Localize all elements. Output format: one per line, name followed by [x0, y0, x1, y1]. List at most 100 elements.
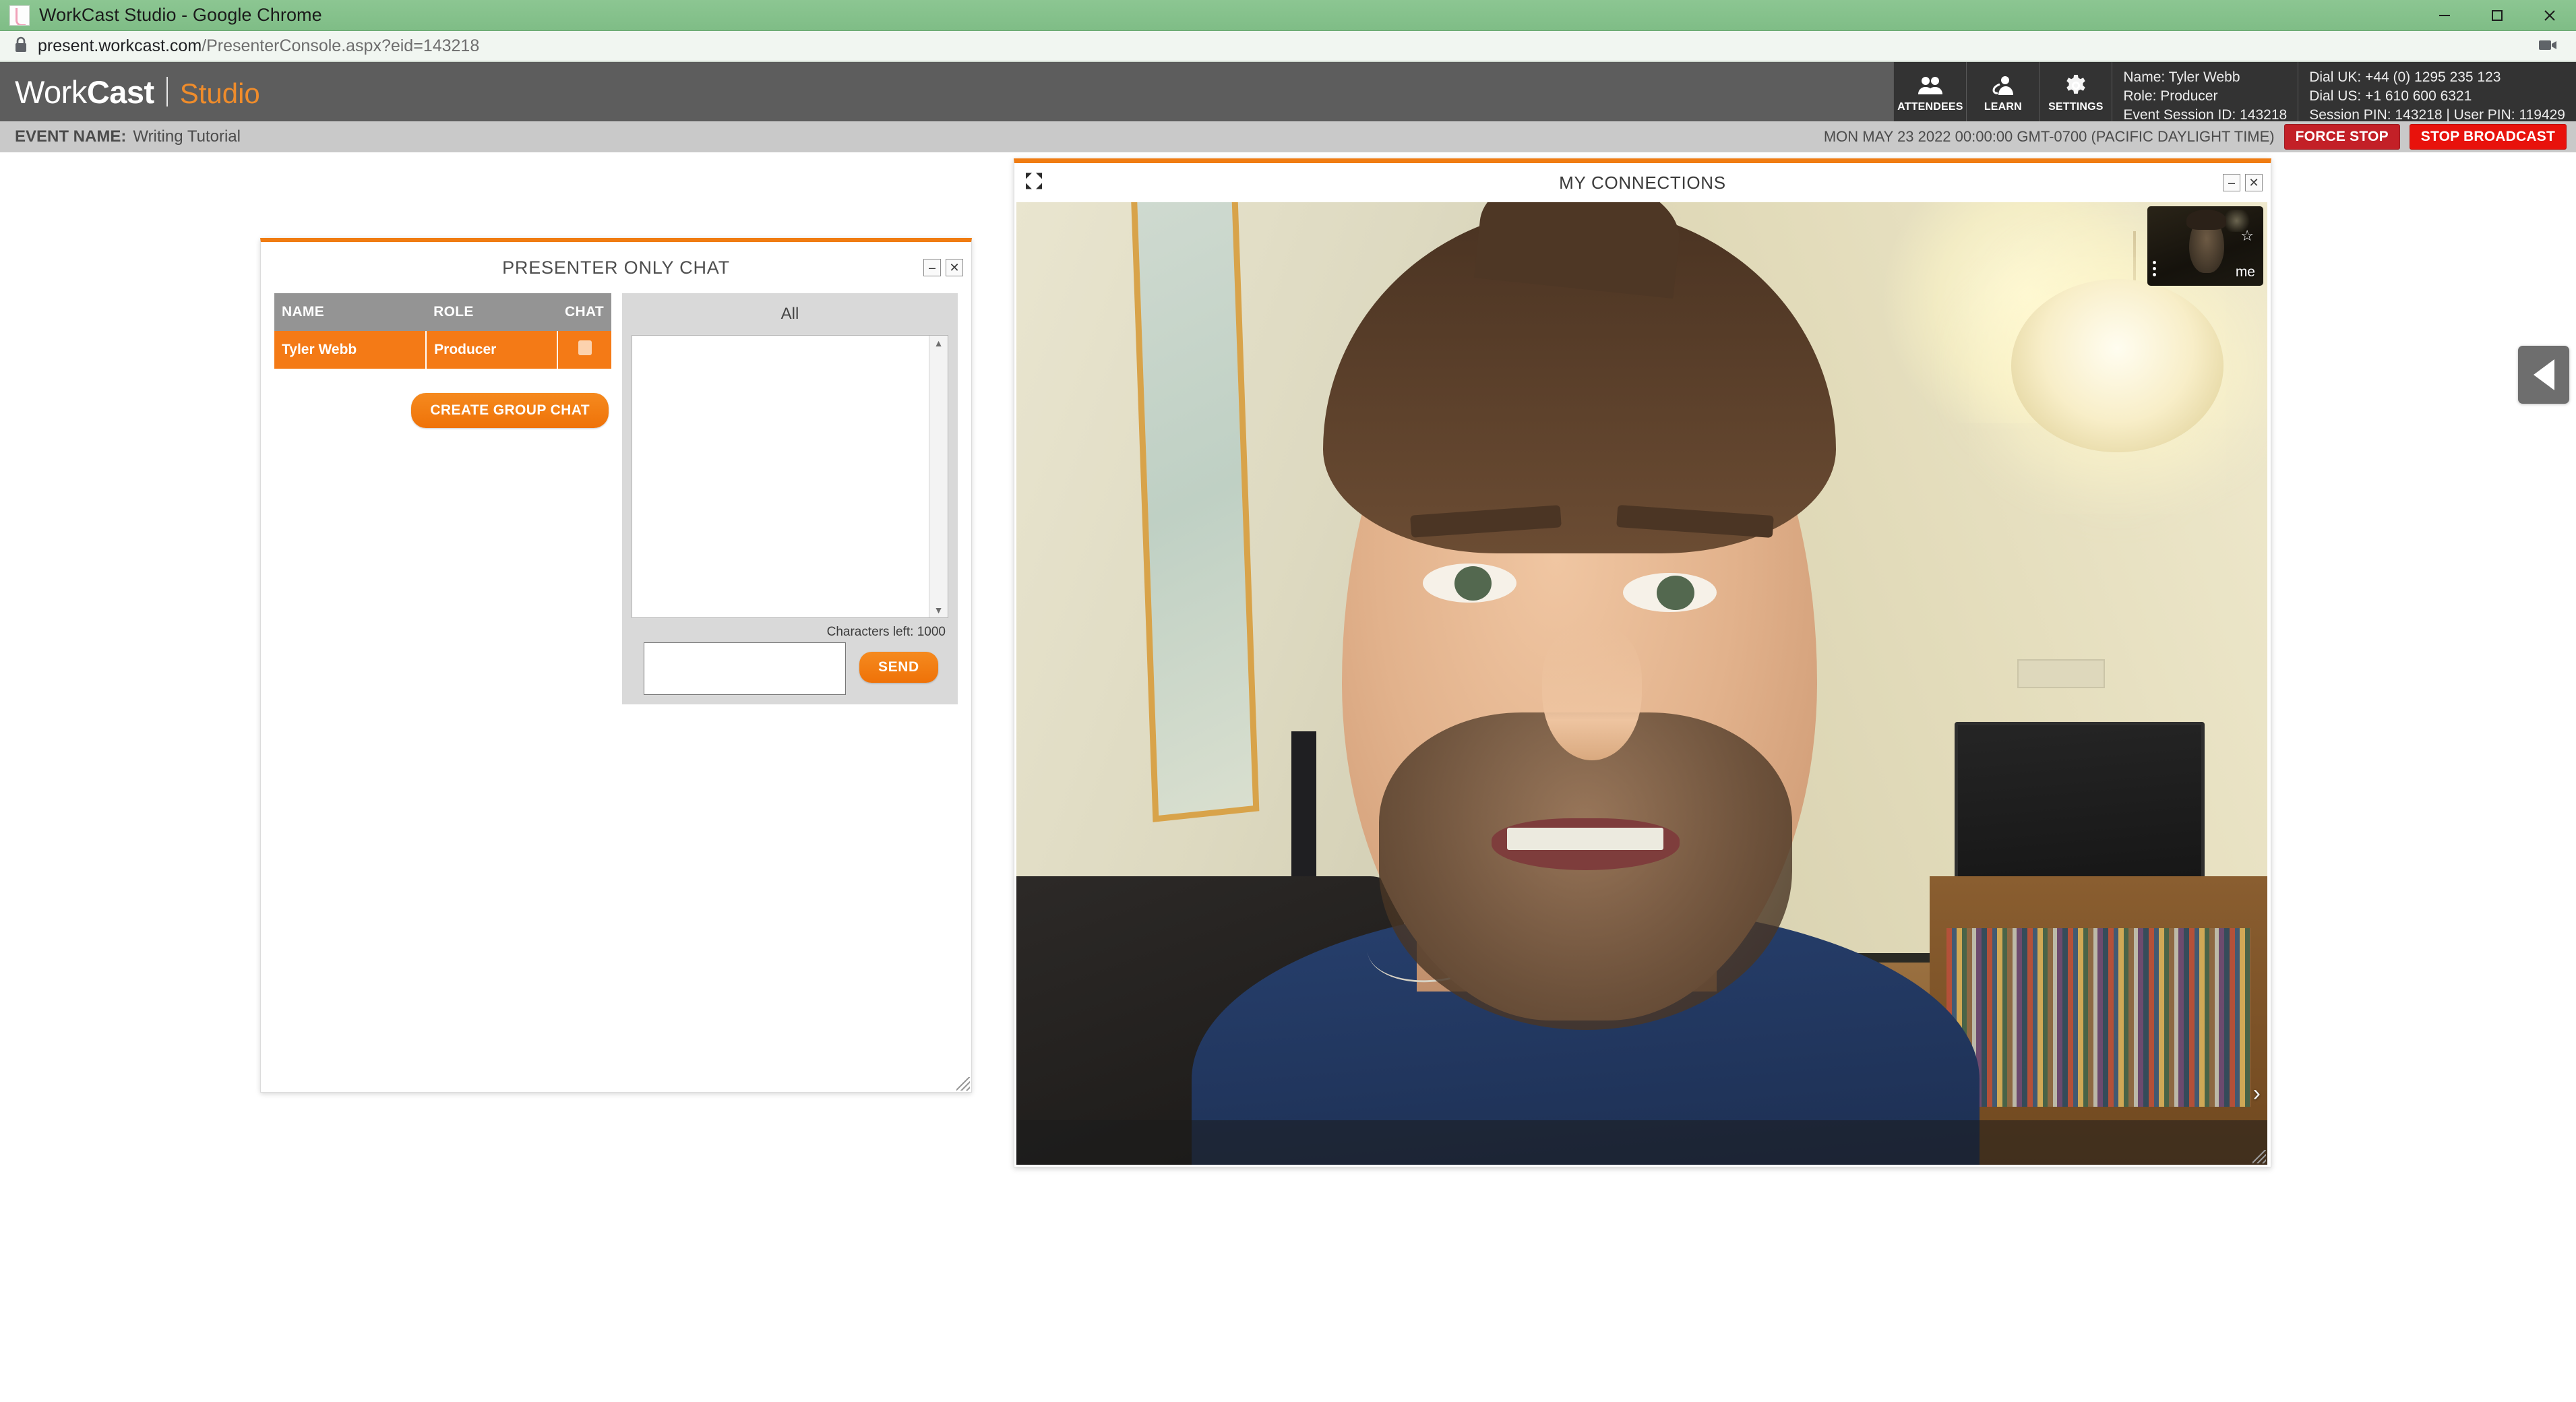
dial-info-block: Dial UK: +44 (0) 1295 235 123 Dial US: +… [2298, 62, 2576, 123]
scroll-down-arrow-icon[interactable]: ▼ [934, 605, 944, 615]
learn-icon [1992, 73, 2015, 98]
my-connections-close-button[interactable]: ✕ [2245, 174, 2263, 191]
person-beard [1379, 712, 1792, 1031]
force-stop-button[interactable]: FORCE STOP [2283, 124, 2400, 150]
brand-logo: Work Cast Studio [15, 73, 260, 111]
scene-books [1946, 927, 2250, 1107]
presenter-chat-resize-grip[interactable] [956, 1077, 970, 1091]
presenter-chat-body: NAME ROLE CHAT Tyler Webb Producer CREAT… [261, 293, 971, 704]
chevron-right-icon[interactable]: › [2253, 1082, 2261, 1105]
scroll-up-arrow-icon[interactable]: ▲ [934, 338, 944, 348]
my-connections-title: MY CONNECTIONS [1559, 172, 1726, 193]
presenter-only-chat-window: PRESENTER ONLY CHAT – ✕ NAME ROLE CHAT T… [260, 238, 972, 1093]
chat-input-row: SEND [622, 640, 958, 695]
scene-lamp-shade [2011, 279, 2224, 453]
my-connections-window: MY CONNECTIONS – ✕ › ☆ me [1014, 158, 2271, 1167]
chrome-tab-favicon [9, 5, 30, 26]
lock-icon [13, 36, 28, 57]
nav-learn-button[interactable]: LEARN [1966, 62, 2040, 121]
self-view-thumbnail[interactable]: ☆ me [2147, 206, 2263, 286]
window-maximize-button[interactable] [2471, 0, 2523, 31]
chat-message-list: ▲ ▼ [632, 335, 948, 618]
my-connections-minimize-button[interactable]: – [2223, 174, 2240, 191]
cell-name: Tyler Webb [274, 331, 427, 370]
event-name-value: Writing Tutorial [133, 127, 241, 146]
chat-bubble-icon[interactable] [578, 340, 592, 355]
person-teeth [1506, 828, 1663, 851]
os-window-titlebar: WorkCast Studio - Google Chrome [0, 0, 2576, 31]
user-name: Name: Tyler Webb [2123, 69, 2240, 85]
nav-attendees-button[interactable]: ATTENDEES [1893, 62, 1967, 121]
scene-mirror [1130, 202, 1259, 823]
nav-attendees-label: ATTENDEES [1897, 101, 1963, 113]
workspace: PRESENTER ONLY CHAT – ✕ NAME ROLE CHAT T… [0, 152, 2576, 1402]
my-connections-resize-grip[interactable] [2252, 1150, 2266, 1163]
brand-divider [166, 76, 168, 106]
url-text: present.workcast.com/PresenterConsole.as… [38, 36, 479, 56]
os-window-title: WorkCast Studio - Google Chrome [39, 5, 322, 25]
self-view-hair [2186, 209, 2226, 231]
webcam-scene: › [1016, 202, 2267, 1165]
chat-scrollbar[interactable]: ▲ ▼ [929, 336, 948, 617]
presenter-table: NAME ROLE CHAT Tyler Webb Producer [274, 293, 611, 370]
my-connections-window-controls: – ✕ [2223, 174, 2263, 191]
expand-fullscreen-icon[interactable] [1024, 171, 1044, 195]
user-info-block: Name: Tyler Webb Role: Producer Event Se… [2112, 62, 2298, 123]
gear-icon [2064, 73, 2087, 98]
camera-recording-icon[interactable] [2538, 38, 2558, 56]
event-datetime: MON MAY 23 2022 00:00:00 GMT-0700 (PACIF… [1823, 128, 2275, 145]
video-bottom-bar [1016, 1120, 2267, 1165]
scene-air-vent [2017, 659, 2105, 689]
presenter-chat-window-controls: – ✕ [923, 259, 963, 276]
cell-chat-action[interactable] [557, 331, 611, 370]
window-close-button[interactable] [2523, 0, 2576, 31]
chat-message-input[interactable] [644, 642, 846, 695]
brand-work: Work [15, 73, 87, 110]
window-controls [2418, 0, 2576, 31]
nav-learn-label: LEARN [1984, 101, 2022, 113]
self-view-label: me [2235, 264, 2255, 280]
send-button[interactable]: SEND [859, 652, 938, 683]
characters-left-counter: Characters left: 1000 [826, 625, 946, 639]
sidebar-collapse-tab[interactable] [2518, 346, 2569, 404]
window-minimize-button[interactable] [2418, 0, 2471, 31]
chat-pane: All ▲ ▼ Characters left: 1000 SEND [622, 293, 958, 704]
app-header: Work Cast Studio ATTENDEES LEARN SETTING… [0, 62, 2576, 123]
video-feed[interactable]: › ☆ me [1016, 202, 2267, 1165]
header-right-cluster: ATTENDEES LEARN SETTINGS Name: Tyler Web… [1893, 62, 2576, 123]
event-name-label: EVENT NAME: [15, 127, 127, 146]
url-domain: present.workcast.com [38, 36, 202, 55]
presenter-chat-title: PRESENTER ONLY CHAT [502, 257, 730, 278]
dial-us: Dial US: +1 610 600 6321 [2309, 88, 2472, 104]
browser-address-bar[interactable]: present.workcast.com/PresenterConsole.as… [0, 31, 2576, 62]
col-header-name: NAME [274, 293, 427, 331]
stop-broadcast-button[interactable]: STOP BROADCAST [2409, 124, 2567, 150]
presenter-list-pane: NAME ROLE CHAT Tyler Webb Producer CREAT… [274, 293, 611, 704]
create-group-chat-button[interactable]: CREATE GROUP CHAT [411, 393, 609, 428]
col-header-role: ROLE [426, 293, 558, 331]
table-header-row: NAME ROLE CHAT [274, 293, 611, 331]
event-bar: EVENT NAME: Writing Tutorial MON MAY 23 … [0, 121, 2576, 152]
cell-role: Producer [426, 331, 559, 370]
brand-cast: Cast [86, 73, 154, 110]
event-bar-right: MON MAY 23 2022 00:00:00 GMT-0700 (PACIF… [1824, 121, 2567, 152]
nav-settings-label: SETTINGS [2048, 101, 2104, 113]
presenter-chat-minimize-button[interactable]: – [923, 259, 941, 276]
more-vertical-icon[interactable] [2153, 261, 2156, 276]
presenter-chat-close-button[interactable]: ✕ [946, 259, 963, 276]
star-icon[interactable]: ☆ [2240, 228, 2254, 243]
brand-studio: Studio [179, 77, 260, 109]
presenter-chat-titlebar: PRESENTER ONLY CHAT – ✕ [261, 242, 971, 293]
dial-uk: Dial UK: +44 (0) 1295 235 123 [2309, 69, 2501, 85]
browser-toolbar-right [2538, 31, 2558, 62]
table-row[interactable]: Tyler Webb Producer [274, 331, 611, 370]
col-header-chat: CHAT [557, 293, 611, 331]
nav-settings-button[interactable]: SETTINGS [2039, 62, 2112, 121]
person-nose [1541, 626, 1642, 761]
tab-all[interactable]: All [622, 293, 958, 335]
user-role: Role: Producer [2123, 88, 2218, 104]
person-iris-right [1657, 576, 1694, 611]
chevron-left-icon [2533, 359, 2554, 390]
person-iris-left [1454, 566, 1492, 601]
my-connections-titlebar: MY CONNECTIONS – ✕ [1014, 163, 2271, 202]
